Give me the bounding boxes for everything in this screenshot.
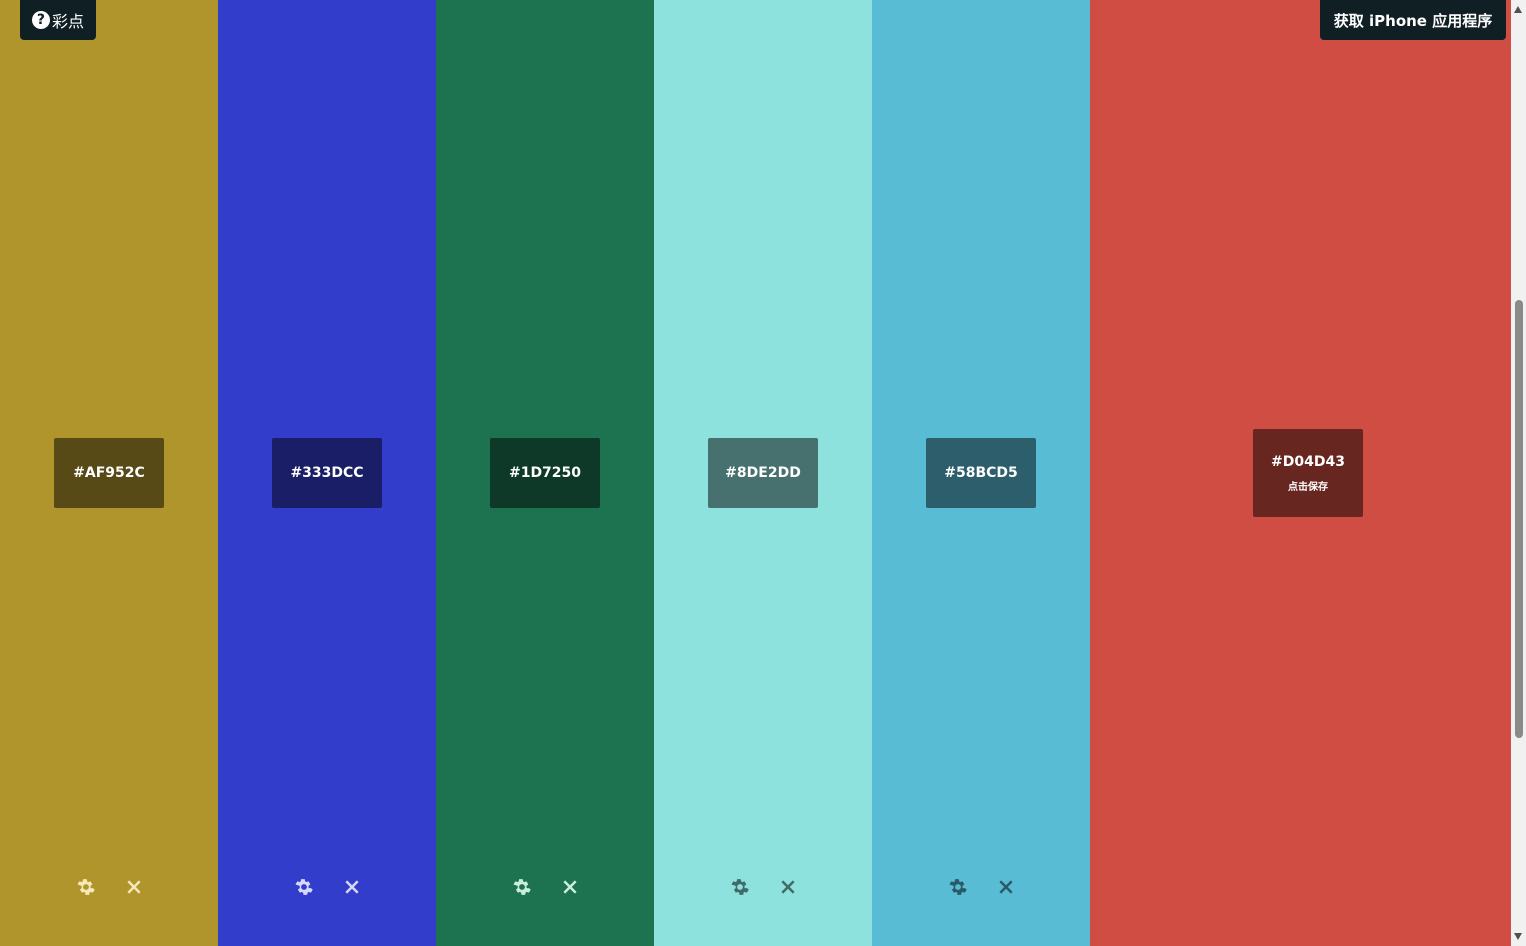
gear-icon[interactable] bbox=[293, 876, 315, 898]
color-hex-text: #58BCD5 bbox=[944, 465, 1018, 481]
gear-icon[interactable] bbox=[729, 876, 751, 898]
close-icon[interactable] bbox=[777, 876, 799, 898]
color-column-4[interactable]: #8DE2DD bbox=[654, 0, 872, 946]
color-controls bbox=[293, 876, 363, 898]
color-controls bbox=[75, 876, 145, 898]
color-hex-text: #8DE2DD bbox=[725, 465, 801, 481]
gear-icon[interactable] bbox=[511, 876, 533, 898]
help-label: 彩点 bbox=[51, 12, 84, 31]
color-controls bbox=[947, 876, 1017, 898]
color-hex-label[interactable]: #AF952C bbox=[54, 438, 164, 508]
color-hex-text: #AF952C bbox=[73, 465, 145, 481]
vertical-scrollbar[interactable] bbox=[1511, 0, 1526, 946]
color-hex-label[interactable]: #333DCC bbox=[272, 438, 382, 508]
color-hex-label[interactable]: #58BCD5 bbox=[926, 438, 1036, 508]
color-column-3[interactable]: #1D7250 bbox=[436, 0, 654, 946]
color-hex-text: #D04D43 bbox=[1271, 453, 1345, 470]
color-palette: #AF952C #333DCC #1D7250 #8DE2DD #58BCD5 … bbox=[0, 0, 1511, 946]
scrollbar-thumb[interactable] bbox=[1515, 300, 1523, 738]
color-column-5[interactable]: #58BCD5 bbox=[872, 0, 1090, 946]
help-button[interactable]: ? 彩点 bbox=[20, 0, 96, 40]
color-column-1[interactable]: #AF952C bbox=[0, 0, 218, 946]
color-hex-label[interactable]: #D04D43 点击保存 bbox=[1253, 429, 1363, 517]
app-button-label: 获取 iPhone 应用程序 bbox=[1333, 11, 1493, 30]
close-icon[interactable] bbox=[123, 876, 145, 898]
get-iphone-app-button[interactable]: 获取 iPhone 应用程序 bbox=[1320, 0, 1506, 40]
color-hex-text: #333DCC bbox=[290, 465, 364, 481]
color-column-6[interactable]: #D04D43 点击保存 bbox=[1090, 0, 1511, 946]
scroll-up-arrow-icon[interactable] bbox=[1514, 6, 1522, 13]
question-icon: ? bbox=[31, 11, 50, 29]
gear-icon[interactable] bbox=[75, 876, 97, 898]
color-hex-label[interactable]: #1D7250 bbox=[490, 438, 600, 508]
color-hex-label[interactable]: #8DE2DD bbox=[708, 438, 818, 508]
gear-icon[interactable] bbox=[947, 876, 969, 898]
color-column-2[interactable]: #333DCC bbox=[218, 0, 436, 946]
color-controls bbox=[729, 876, 799, 898]
app-root: #AF952C #333DCC #1D7250 #8DE2DD #58BCD5 … bbox=[0, 0, 1526, 946]
close-icon[interactable] bbox=[559, 876, 581, 898]
save-hint: 点击保存 bbox=[1288, 481, 1328, 493]
color-controls bbox=[511, 876, 581, 898]
close-icon[interactable] bbox=[995, 876, 1017, 898]
scroll-down-arrow-icon[interactable] bbox=[1514, 933, 1522, 940]
close-icon[interactable] bbox=[341, 876, 363, 898]
color-hex-text: #1D7250 bbox=[508, 465, 582, 481]
